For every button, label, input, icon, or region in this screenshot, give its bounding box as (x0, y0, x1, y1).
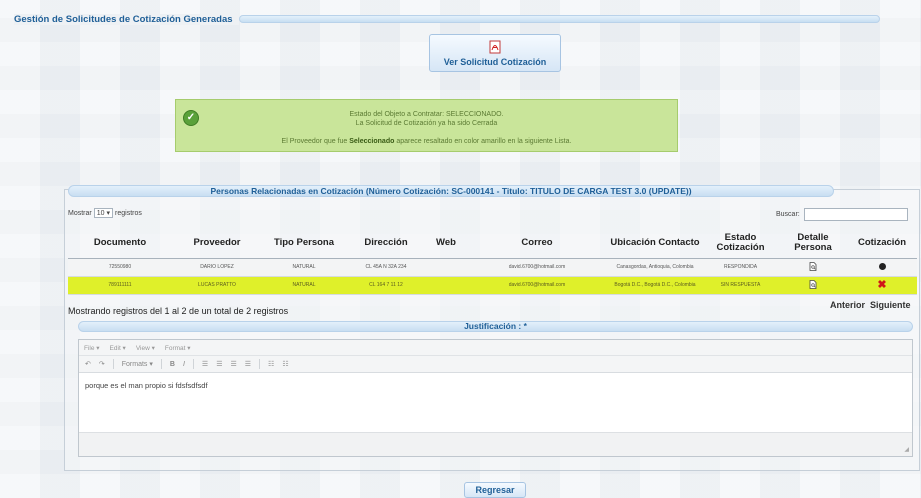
document-search-icon[interactable] (809, 279, 817, 289)
cell-detalle (779, 276, 847, 295)
status-alert: ✓ Estado del Objeto a Contratar: SELECCI… (175, 99, 678, 152)
table-row-selected: 789111111 LUCAS PRATTO NATURAL CL 164 7 … (68, 276, 917, 295)
editor-content[interactable]: porque es el man propio si fdsfsdfsdf (79, 373, 912, 433)
document-search-icon[interactable] (809, 261, 817, 271)
col-header-direccion[interactable]: Dirección (346, 228, 426, 259)
cell-detalle (779, 258, 847, 277)
pager-prev-button[interactable]: Anterior (830, 300, 865, 310)
col-header-cotizacion[interactable]: Cotización (847, 228, 917, 259)
cell-tipo: NATURAL (262, 276, 346, 295)
pager-next-button[interactable]: Siguiente (870, 300, 911, 310)
alert-line3-post: aparece resaltado en color amarillo en l… (394, 138, 572, 145)
ver-solicitud-label: Ver Solicitud Cotización (443, 57, 547, 67)
section-header-bar (238, 15, 880, 23)
pagination: Anterior Siguiente (830, 300, 911, 310)
search-control: Buscar: (776, 208, 908, 221)
formats-dropdown[interactable]: Formats ▾ (122, 360, 153, 368)
editor-menubar: File ▾ Edit ▾ View ▾ Format ▾ (79, 340, 912, 356)
alert-line3-pre: El Proveedor que fue (281, 138, 350, 145)
cell-web (426, 258, 466, 277)
italic-icon[interactable]: I (183, 361, 185, 368)
cell-direccion: CL 164 7 11 12 (346, 276, 426, 295)
undo-icon[interactable]: ↶ (85, 360, 91, 368)
pdf-icon (489, 40, 501, 54)
alert-line-estado: Estado del Objeto a Contratar: SELECCION… (349, 111, 504, 118)
cell-tipo: NATURAL (262, 258, 346, 277)
align-right-icon[interactable]: ☰ (230, 360, 236, 368)
col-header-estado[interactable]: Estado Cotización (702, 228, 779, 259)
menu-file[interactable]: File ▾ (84, 344, 100, 352)
cell-cotizacion (847, 258, 917, 277)
cotizacion-done-icon[interactable] (878, 262, 886, 270)
resize-handle-icon[interactable]: ◢ (904, 446, 909, 453)
redo-icon[interactable]: ↷ (99, 360, 105, 368)
align-justify-icon[interactable]: ☰ (245, 360, 251, 368)
ver-solicitud-button[interactable]: Ver Solicitud Cotización (429, 34, 561, 72)
search-input[interactable] (803, 208, 908, 221)
cell-correo: david.6700@hotmail.com (466, 258, 608, 277)
menu-format[interactable]: Format ▾ (165, 344, 191, 352)
justificacion-editor: File ▾ Edit ▾ View ▾ Format ▾ ↶ ↷ Format… (78, 339, 913, 457)
page-size-value: 10 (96, 209, 105, 217)
col-header-web[interactable]: Web (426, 228, 466, 259)
bold-icon[interactable]: B (170, 361, 175, 368)
editor-toolbar: ↶ ↷ Formats ▾ B I ☰ ☰ ☰ ☰ ☷ ☷ (79, 356, 912, 373)
menu-view[interactable]: View ▾ (136, 344, 155, 352)
cell-proveedor: DARIO LOPEZ (172, 258, 262, 277)
alert-line-cerrada: La Solicitud de Cotización ya ha sido Ce… (355, 120, 498, 127)
col-header-proveedor[interactable]: Proveedor (172, 228, 262, 259)
cell-direccion: CL 45A N 32A 234 (346, 258, 426, 277)
align-left-icon[interactable]: ☰ (202, 360, 208, 368)
alert-line-proveedor: El Proveedor que fue Seleccionado aparec… (176, 137, 677, 146)
page-size-select[interactable]: 10 ▾ (93, 208, 114, 218)
cell-documento: 72550980 (68, 258, 172, 277)
table-info: Mostrando registros del 1 al 2 de un tot… (68, 306, 289, 316)
toolbar-separator (192, 359, 194, 369)
table-row: 72550980 DARIO LOPEZ NATURAL CL 45A N 32… (68, 258, 917, 277)
close-icon[interactable]: ✖ (877, 279, 886, 291)
numbered-list-icon[interactable]: ☷ (282, 360, 288, 368)
registros-label: registros (115, 209, 142, 217)
cell-documento: 789111111 (68, 276, 172, 295)
table-header-row: Documento Proveedor Tipo Persona Direcci… (68, 228, 917, 259)
col-header-tipo-persona[interactable]: Tipo Persona (262, 228, 346, 259)
buscar-label: Buscar: (776, 211, 800, 218)
section-title: Gestión de Solicitudes de Cotización Gen… (14, 13, 239, 25)
cell-cotizacion: ✖ (847, 276, 917, 295)
cell-ubicacion: Canasgordas, Antioquia, Colombia (608, 258, 702, 277)
regresar-button[interactable]: Regresar (464, 482, 526, 498)
panel-title: Personas Relacionadas en Cotización (Núm… (68, 185, 834, 197)
align-center-icon[interactable]: ☰ (216, 360, 222, 368)
col-header-ubicacion[interactable]: Ubicación Contacto (608, 228, 702, 259)
bullet-list-icon[interactable]: ☷ (268, 360, 274, 368)
justificacion-title: Justificación : * (78, 321, 913, 332)
cell-ubicacion: Bogotá D.C., Bogotá D.C., Colombia (608, 276, 702, 295)
section-header: Gestión de Solicitudes de Cotización Gen… (14, 12, 880, 26)
cell-estado: SIN RESPUESTA (702, 276, 779, 295)
mostrar-label: Mostrar (68, 209, 92, 217)
chevron-down-icon: ▾ (106, 210, 111, 217)
cell-estado: RESPONDIDA (702, 258, 779, 277)
menu-edit[interactable]: Edit ▾ (110, 344, 126, 352)
cell-web (426, 276, 466, 295)
editor-statusbar: ◢ (79, 432, 912, 456)
page-size-control: Mostrar 10 ▾ registros (68, 208, 142, 218)
col-header-documento[interactable]: Documento (68, 228, 172, 259)
toolbar-separator (259, 359, 261, 369)
toolbar-separator (112, 359, 114, 369)
cell-proveedor: LUCAS PRATTO (172, 276, 262, 295)
toolbar-separator (160, 359, 162, 369)
col-header-detalle[interactable]: Detalle Persona (779, 228, 847, 259)
cell-correo: david.6700@hotmail.com (466, 276, 608, 295)
col-header-correo[interactable]: Correo (466, 228, 608, 259)
alert-line3-bold: Seleccionado (349, 138, 395, 145)
personas-table: Documento Proveedor Tipo Persona Direcci… (68, 228, 917, 295)
